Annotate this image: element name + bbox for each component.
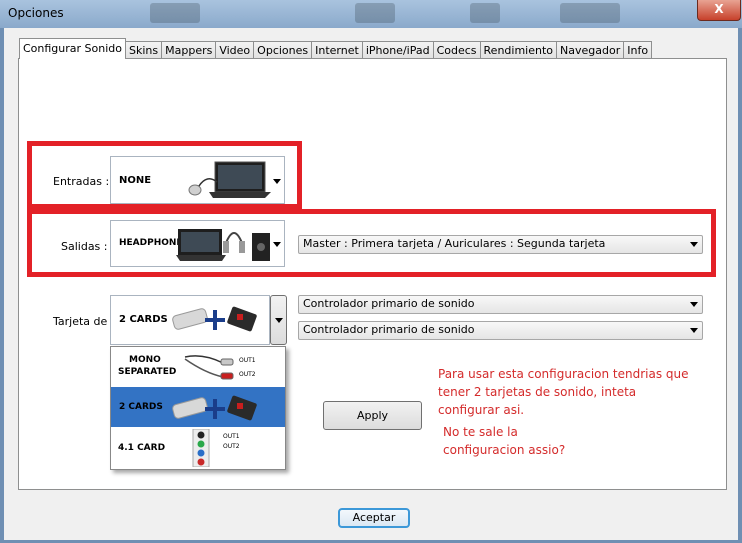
tab-skins[interactable]: Skins <box>125 41 163 59</box>
controller-2-select[interactable]: Controlador primario de sonido <box>298 321 703 340</box>
controller-1-select[interactable]: Controlador primario de sonido <box>298 295 703 314</box>
out1-label: OUT1 <box>223 433 240 440</box>
option-2-cards-label: 2 CARDS <box>119 402 163 412</box>
background-window-blur <box>470 3 500 23</box>
salidas-mode-select[interactable]: Master : Primera tarjeta / Auriculares :… <box>298 235 703 254</box>
tab-mappers[interactable]: Mappers <box>161 41 217 59</box>
tab-opciones[interactable]: Opciones <box>253 41 313 59</box>
out1-label: OUT1 <box>239 357 256 364</box>
option-2-cards[interactable]: 2 CARDS <box>111 387 285 427</box>
out2-label: OUT2 <box>223 443 240 450</box>
tarjeta-select[interactable]: 2 CARDS <box>110 295 270 345</box>
tarjeta-dropdown-list: MONO SEPARATED OUT1 OUT2 2 CARDS 4.1 CAR… <box>110 346 286 470</box>
tab-iphone-ipad[interactable]: iPhone/iPad <box>361 41 434 59</box>
option-mono-separated[interactable]: MONO SEPARATED OUT1 OUT2 <box>111 347 285 387</box>
two-cards-icon <box>172 395 257 421</box>
chevron-down-icon <box>690 328 698 333</box>
audio-jacks-icon <box>192 429 210 467</box>
controller-1-value: Controlador primario de sonido <box>303 297 475 310</box>
title-bar[interactable]: Opciones X <box>0 0 742 28</box>
chevron-down-icon <box>690 302 698 307</box>
tab-rendimiento[interactable]: Rendimiento <box>479 41 558 59</box>
two-cards-icon <box>172 306 257 332</box>
tarjeta-label: Tarjeta de <box>53 315 108 328</box>
note-line-3: configurar asi. <box>438 403 525 417</box>
close-icon: X <box>714 2 724 16</box>
tarjeta-dropdown-button[interactable] <box>270 295 287 345</box>
note-line-4: No te sale la <box>443 425 518 439</box>
tab-bar: Configurar Sonido Skins Mappers Video Op… <box>19 38 653 59</box>
note-line-2: tener 2 tarjetas de sonido, inteta <box>438 385 637 399</box>
chevron-down-icon[interactable] <box>273 179 281 184</box>
tab-internet[interactable]: Internet <box>311 41 363 59</box>
tab-navegador[interactable]: Navegador <box>556 41 625 59</box>
note-line-1: Para usar esta configuracion tendrias qu… <box>438 367 689 381</box>
close-button[interactable]: X <box>697 0 741 21</box>
entradas-label: Entradas : <box>53 175 110 188</box>
tab-configurar-sonido[interactable]: Configurar Sonido <box>19 38 126 59</box>
entradas-value: NONE <box>119 175 152 186</box>
salidas-select[interactable]: HEADPHONES <box>110 220 285 267</box>
tab-video[interactable]: Video <box>215 41 255 59</box>
chevron-down-icon[interactable] <box>273 242 281 247</box>
salidas-mode-value: Master : Primera tarjeta / Auriculares :… <box>303 237 606 250</box>
controller-2-value: Controlador primario de sonido <box>303 323 475 336</box>
laptop-headphones-speaker-icon <box>176 229 270 261</box>
aceptar-button[interactable]: Aceptar <box>338 508 410 528</box>
window-title: Opciones <box>8 6 64 20</box>
options-window: Opciones X Configurar Sonido Skins Mappe… <box>0 0 742 543</box>
tab-info[interactable]: Info <box>623 41 653 59</box>
background-window-blur <box>560 3 620 23</box>
option-4-1-card[interactable]: 4.1 CARD OUT1 OUT2 <box>111 427 285 467</box>
option-4-1-label: 4.1 CARD <box>118 443 166 453</box>
option-separated-label: SEPARATED <box>118 367 177 377</box>
entradas-select[interactable]: NONE <box>110 156 285 204</box>
chevron-down-icon <box>275 318 283 323</box>
tarjeta-value: 2 CARDS <box>119 314 168 325</box>
option-mono-label: MONO <box>129 355 161 365</box>
note-line-5: configuracion assio? <box>443 443 566 457</box>
tab-codecs[interactable]: Codecs <box>432 41 481 59</box>
chevron-down-icon <box>690 242 698 247</box>
laptop-mic-icon <box>188 161 271 198</box>
salidas-label: Salidas : <box>61 240 108 253</box>
background-window-blur <box>150 3 200 23</box>
apply-button[interactable]: Apply <box>323 401 422 430</box>
out2-label: OUT2 <box>239 371 256 378</box>
background-window-blur <box>355 3 395 23</box>
rca-cable-icon <box>184 355 234 380</box>
